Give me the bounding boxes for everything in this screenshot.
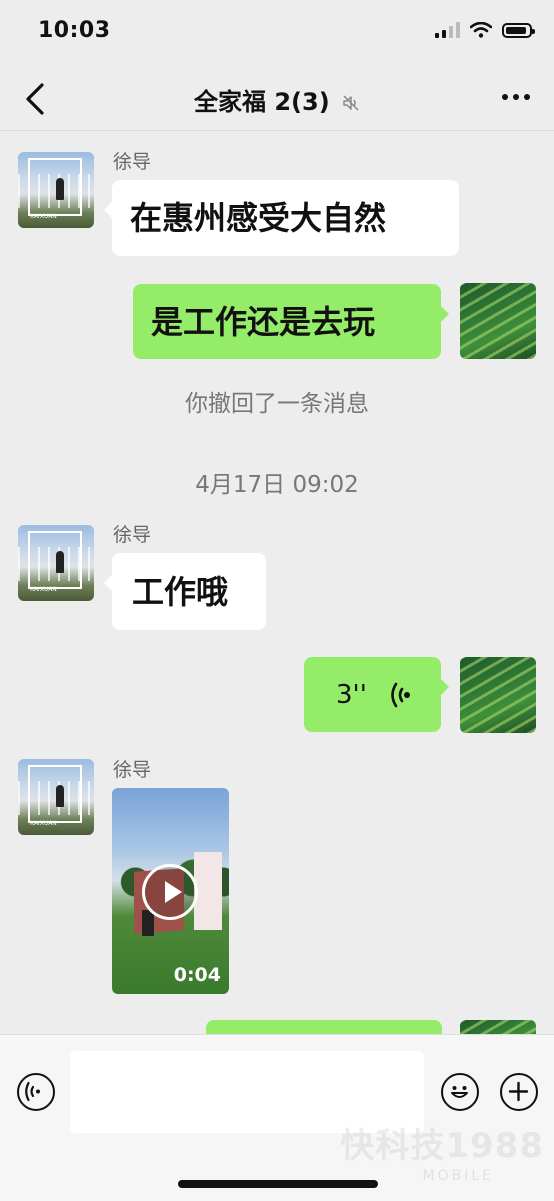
message-text: 工作哦 xyxy=(132,572,229,611)
sender-name: 徐导 xyxy=(113,759,152,781)
message-bubble-incoming[interactable]: 在惠州感受大自然 xyxy=(104,180,459,256)
wifi-icon xyxy=(470,22,492,38)
chat-header: 全家福 2(3) xyxy=(0,68,554,131)
signal-icon xyxy=(435,22,460,38)
home-indicator[interactable] xyxy=(178,1180,378,1188)
watermark-sub: MOBILE xyxy=(422,1168,494,1184)
avatar-xudao[interactable]: KAIXUAN xyxy=(18,759,94,835)
watermark: 快科技1988 xyxy=(340,1126,544,1166)
message-bubble-outgoing[interactable]: 是工作还是去玩 xyxy=(133,284,449,359)
chat-title: 全家福 2(3) xyxy=(0,82,554,117)
voice-message-bubble[interactable]: 3'' xyxy=(304,657,449,732)
recall-notice: 你撤回了一条消息 xyxy=(185,391,369,417)
message-text: 在惠州感受大自然 xyxy=(130,199,387,237)
video-message[interactable]: 0:04 xyxy=(112,788,229,994)
avatar-self[interactable] xyxy=(460,283,536,359)
avatar-self[interactable] xyxy=(460,657,536,733)
voice-duration: 3'' xyxy=(336,679,367,710)
chat-title-text: 全家福 2(3) xyxy=(193,88,330,116)
sender-name: 徐导 xyxy=(113,524,152,546)
battery-icon xyxy=(502,22,535,38)
status-icons xyxy=(435,22,535,38)
avatar-xudao[interactable]: KAIXUAN xyxy=(18,152,94,228)
avatar-xudao[interactable]: KAIXUAN xyxy=(18,525,94,601)
sender-name: 徐导 xyxy=(113,151,152,173)
message-timestamp: 4月17日 09:02 xyxy=(195,472,359,498)
play-icon[interactable] xyxy=(142,864,198,920)
status-time: 10:03 xyxy=(38,18,111,43)
status-bar: 10:03 xyxy=(0,0,554,68)
message-bubble-incoming[interactable]: 工作哦 xyxy=(104,553,266,630)
message-text: 是工作还是去玩 xyxy=(151,302,376,341)
add-icon[interactable] xyxy=(500,1073,538,1111)
video-scene-banner xyxy=(194,852,222,930)
voice-wave-icon xyxy=(391,682,410,707)
emoji-icon[interactable] xyxy=(441,1073,479,1111)
more-icon[interactable] xyxy=(502,94,530,100)
muted-icon xyxy=(343,95,359,111)
voice-input-icon[interactable] xyxy=(17,1073,55,1111)
video-duration: 0:04 xyxy=(173,964,221,986)
